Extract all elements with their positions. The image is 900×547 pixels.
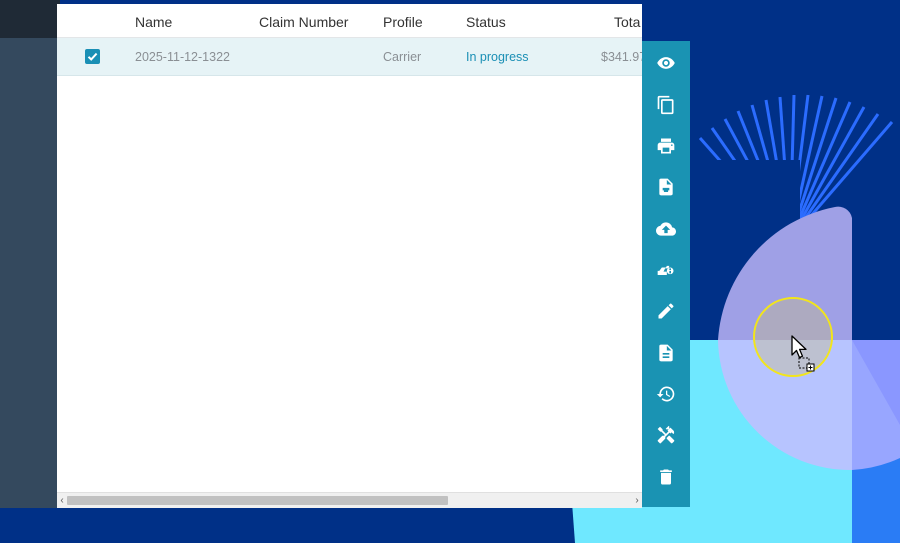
print-document-icon — [659, 178, 673, 196]
cell-profile: Carrier — [383, 50, 422, 64]
checkmark-icon — [87, 52, 98, 61]
app-sidebar — [0, 38, 57, 508]
scroll-left-button[interactable]: ‹ — [57, 493, 67, 508]
row-actions-toolbar — [642, 41, 690, 507]
row-select-checkbox[interactable] — [85, 49, 100, 64]
table-header: Name Claim Number Profile Status Tota — [57, 4, 642, 38]
mouse-cursor-icon — [791, 335, 815, 372]
column-header-name[interactable]: Name — [135, 14, 172, 30]
cloud-upload-icon — [656, 222, 676, 236]
cell-status: In progress — [466, 50, 529, 64]
trash-icon — [660, 469, 672, 485]
cell-name: 2025-11-12-1322 — [135, 50, 230, 64]
table-row[interactable]: 2025-11-12-1322 Carrier In progress $341… — [57, 38, 646, 76]
upload-button[interactable] — [642, 209, 690, 249]
view-button[interactable] — [642, 43, 690, 83]
copy-button[interactable] — [642, 85, 690, 125]
export-icon — [657, 265, 674, 275]
column-header-profile[interactable]: Profile — [383, 14, 423, 30]
print-icon — [657, 138, 675, 154]
column-header-total[interactable]: Tota — [614, 14, 640, 30]
pencil-icon — [658, 303, 674, 319]
document-button[interactable] — [642, 333, 690, 373]
print-button[interactable] — [642, 126, 690, 166]
history-icon — [656, 386, 675, 402]
delete-button[interactable] — [642, 457, 690, 497]
document-icon — [659, 344, 673, 362]
copy-icon — [657, 95, 674, 115]
eye-icon — [657, 57, 675, 69]
claims-table-panel: Name Claim Number Profile Status Tota 20… — [57, 4, 646, 508]
edit-button[interactable] — [642, 291, 690, 331]
print-document-button[interactable] — [642, 167, 690, 207]
window-titlebar-fragment — [0, 0, 60, 38]
export-button[interactable] — [642, 250, 690, 290]
scrollbar-thumb[interactable] — [67, 496, 448, 505]
column-header-claim-number[interactable]: Claim Number — [259, 14, 348, 30]
tools-button[interactable] — [642, 415, 690, 455]
tools-icon — [657, 425, 675, 444]
history-button[interactable] — [642, 374, 690, 414]
scroll-right-button[interactable]: › — [632, 493, 642, 508]
cell-total: $341.97 — [601, 50, 647, 64]
column-header-status[interactable]: Status — [466, 14, 506, 30]
horizontal-scrollbar[interactable]: ‹ › — [57, 492, 642, 508]
